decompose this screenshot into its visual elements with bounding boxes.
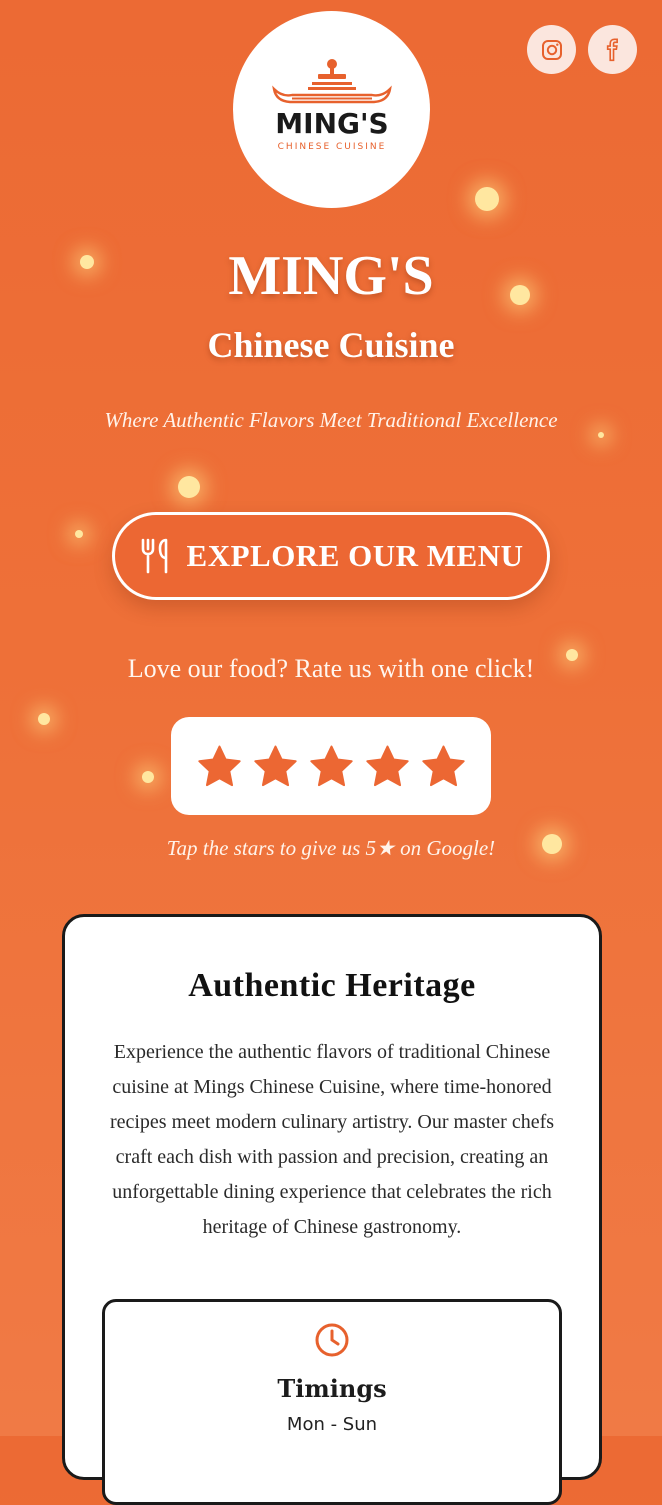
star-icon-1[interactable] [196,743,243,790]
timings-card: Timings Mon - Sun [102,1299,562,1505]
glow-dot [38,713,50,725]
explore-menu-button[interactable]: EXPLORE OUR MENU [112,512,550,600]
facebook-icon [606,37,618,61]
glow-dot [178,476,200,498]
logo-subtext: CHINESE CUISINE [277,142,386,152]
logo-wordmark: MING'S [275,107,388,140]
utensils-icon [141,538,167,574]
logo: MING'S CHINESE CUISINE [233,11,430,208]
instagram-icon [541,39,562,60]
heritage-heading: Authentic Heritage [188,967,476,1004]
star-icon-4[interactable] [364,743,411,790]
page-title: MING'S [228,245,434,307]
star-icon-5[interactable] [420,743,467,790]
star-rating[interactable] [171,717,491,815]
page-subtitle: Chinese Cuisine [207,325,455,365]
timings-heading: Timings [277,1374,387,1403]
glow-dot [475,187,499,211]
timings-days: Mon - Sun [286,1414,378,1435]
explore-menu-label: EXPLORE OUR MENU [186,538,524,573]
heritage-card: Authentic Heritage Experience the authen… [62,914,602,1505]
star-icon-2[interactable] [252,743,299,790]
tagline: Where Authentic Flavors Meet Traditional… [104,408,558,432]
pagoda-logo-icon: MING'S CHINESE CUISINE [271,58,392,152]
clock-icon [315,1323,349,1357]
glow-dot [75,530,83,538]
rating-hint: Tap the stars to give us 5★ on Google! [166,836,496,860]
glow-dot [142,771,154,783]
rating-prompt: Love our food? Rate us with one click! [127,654,535,683]
heritage-body: Experience the authentic flavors of trad… [109,1041,555,1238]
star-icon-3[interactable] [308,743,355,790]
facebook-button[interactable] [588,25,637,74]
instagram-button[interactable] [527,25,576,74]
